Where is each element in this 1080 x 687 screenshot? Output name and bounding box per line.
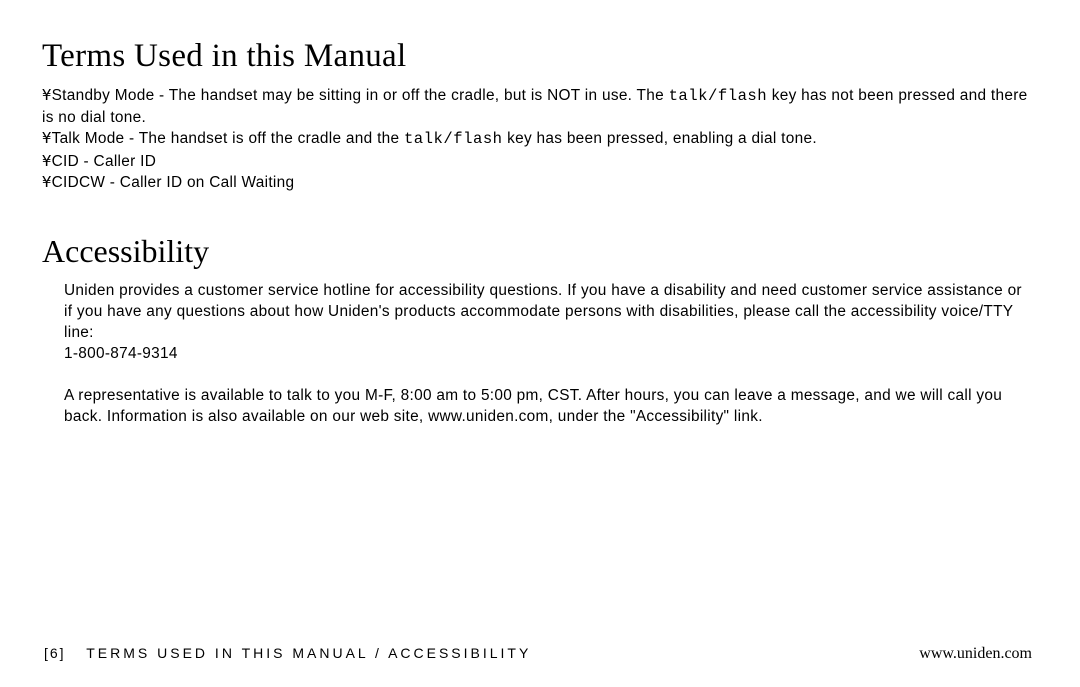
terms-heading: Terms Used in this Manual [42,38,1030,75]
bullet-icon: ¥ [42,173,52,191]
accessibility-section: Accessibility Uniden provides a customer… [42,233,1030,428]
accessibility-body: Uniden provides a customer service hotli… [42,280,1030,428]
page-number: [6] [44,645,66,661]
accessibility-para1: Uniden provides a customer service hotli… [64,280,1030,343]
bullet-icon: ¥ [42,86,52,104]
footer-left: [6] TERMS USED IN THIS MANUAL / ACCESSIB… [44,645,531,661]
term-post: key has been pressed, enabling a dial to… [503,130,817,147]
page-footer: [6] TERMS USED IN THIS MANUAL / ACCESSIB… [44,645,1032,663]
accessibility-para2: A representative is available to talk to… [64,385,1030,427]
term-key: talk/flash [404,130,503,148]
term-item: ¥Standby Mode - The handset may be sitti… [42,85,1030,128]
accessibility-heading: Accessibility [42,233,1030,270]
footer-breadcrumb: TERMS USED IN THIS MANUAL / ACCESSIBILIT… [86,645,531,661]
term-pre: CIDCW - Caller ID on Call Waiting [52,174,295,191]
term-key: talk/flash [669,87,768,105]
bullet-icon: ¥ [42,129,52,147]
term-pre: Talk Mode - The handset is off the cradl… [52,130,404,147]
terms-section: Terms Used in this Manual ¥Standby Mode … [42,38,1030,193]
accessibility-phone: 1-800-874-9314 [64,343,1030,364]
term-pre: CID - Caller ID [52,153,157,170]
term-item: ¥CIDCW - Caller ID on Call Waiting [42,172,1030,193]
bullet-icon: ¥ [42,152,52,170]
paragraph-spacer [64,364,1030,385]
term-item: ¥Talk Mode - The handset is off the crad… [42,128,1030,150]
term-pre: Standby Mode - The handset may be sittin… [52,87,669,104]
footer-url: www.uniden.com [919,645,1032,663]
term-item: ¥CID - Caller ID [42,151,1030,172]
